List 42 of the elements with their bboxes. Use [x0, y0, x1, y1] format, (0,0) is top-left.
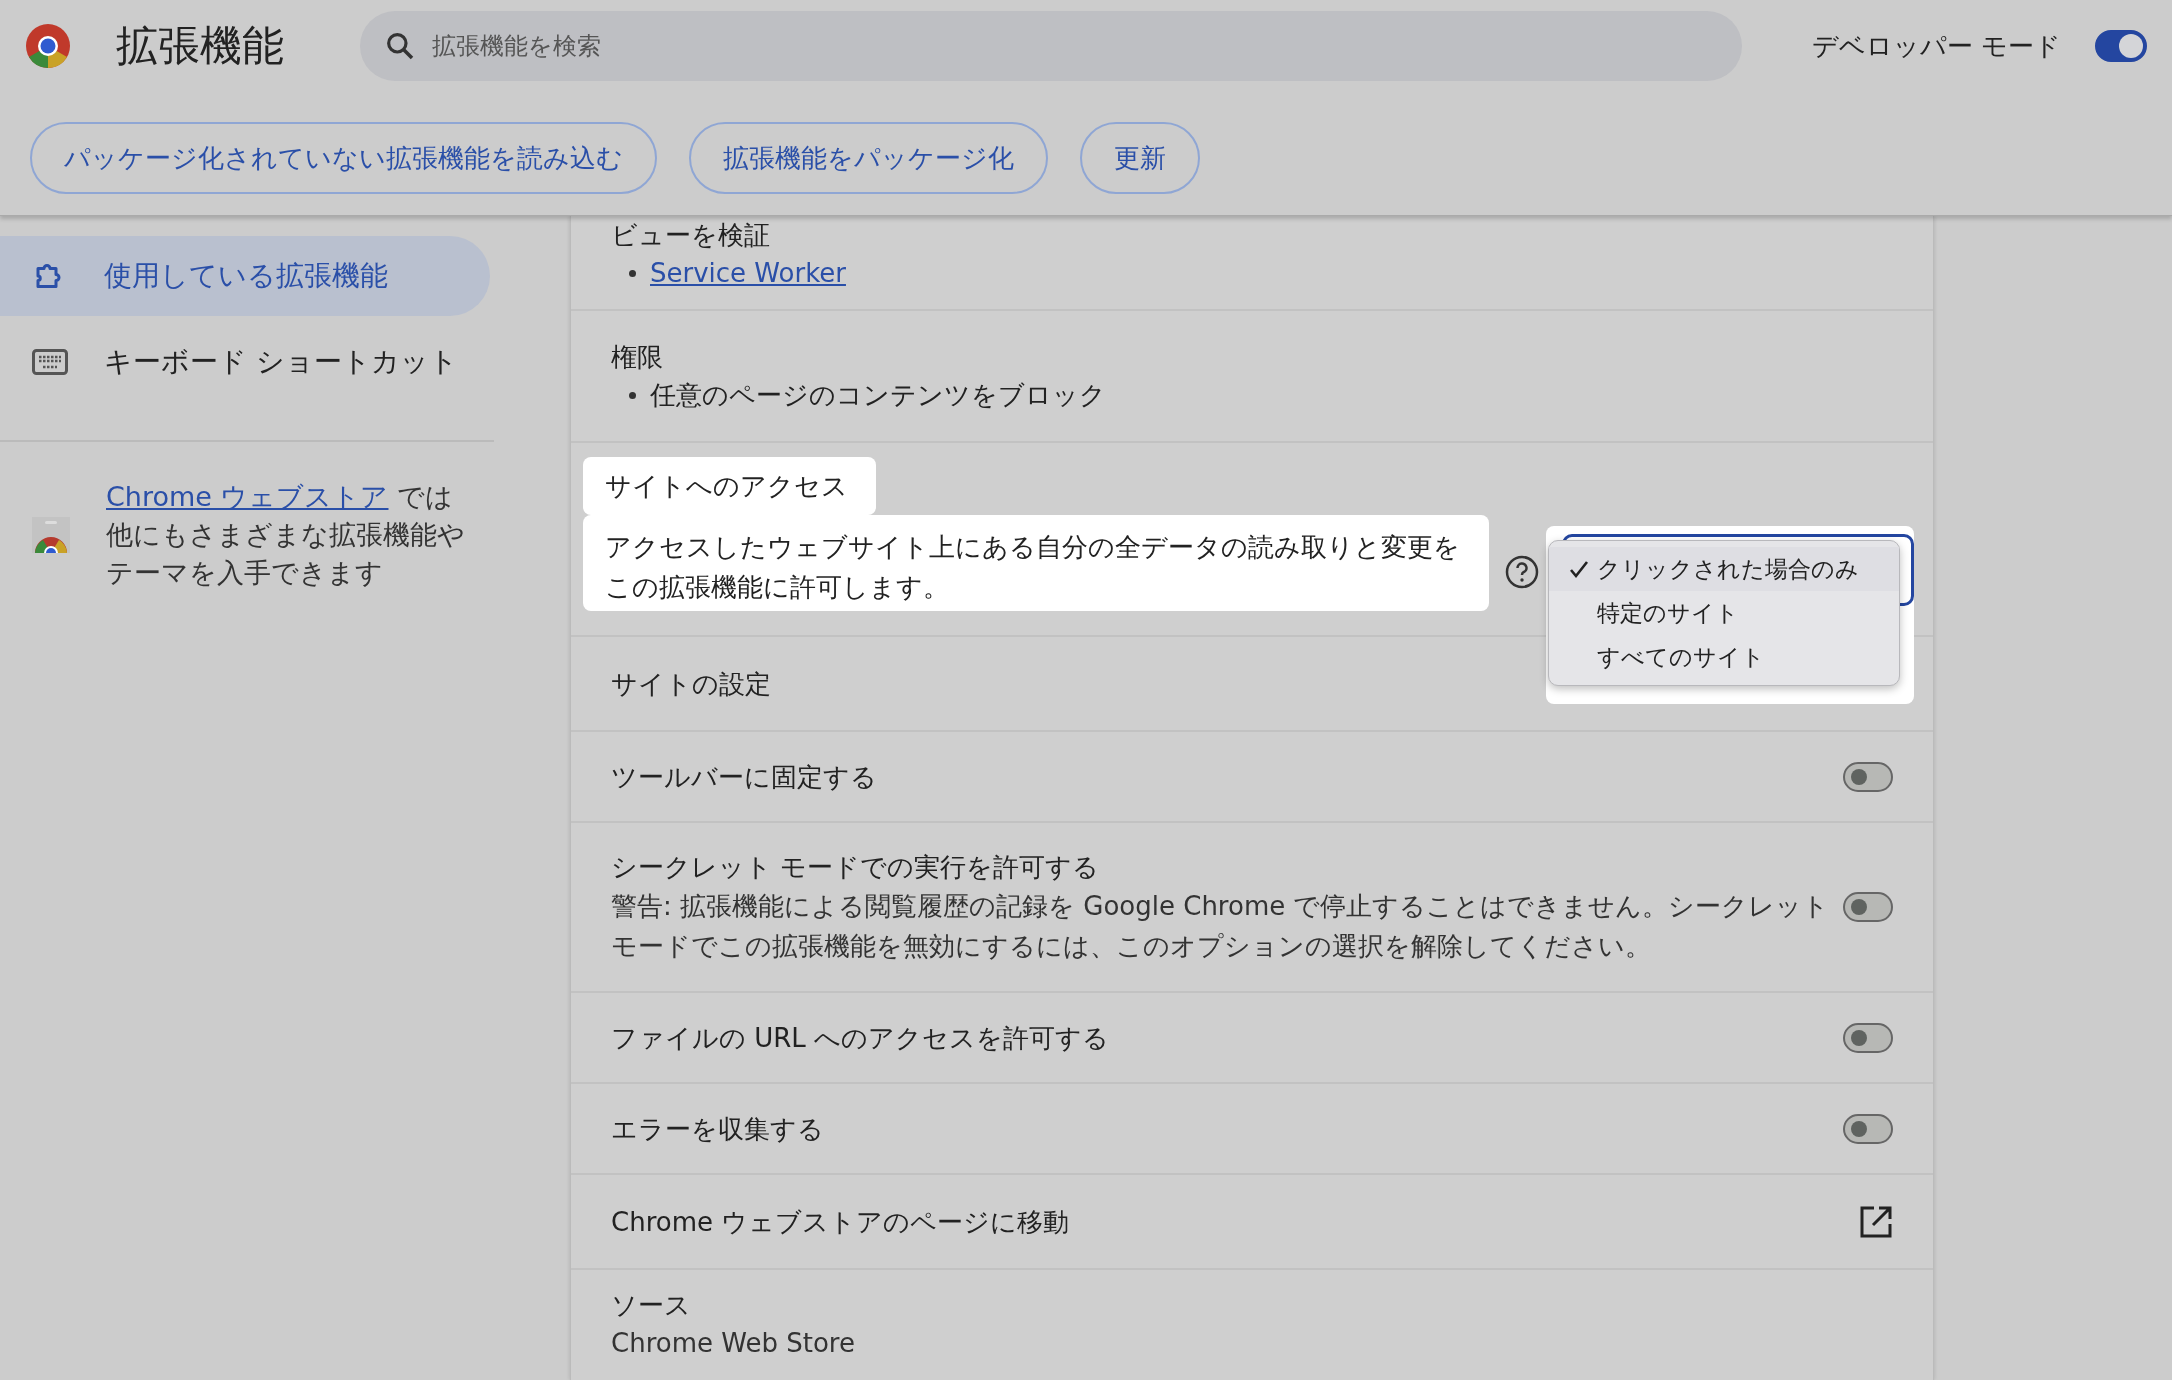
setting-toggle[interactable] — [1843, 1022, 1893, 1053]
bullet-dot — [629, 391, 636, 399]
web-store-icon — [32, 517, 70, 553]
help-icon[interactable] — [1505, 555, 1539, 589]
bullet-dot — [629, 269, 636, 277]
menu-option[interactable]: すべてのサイト — [1549, 635, 1899, 679]
developer-mode-toggle[interactable] — [2095, 30, 2148, 62]
source-label: ソース — [611, 1289, 692, 1322]
row-label: ファイルの URL へのアクセスを許可する — [611, 1021, 1110, 1055]
open-in-new-icon[interactable] — [1859, 1204, 1893, 1239]
source-value: Chrome Web Store — [611, 1327, 855, 1360]
toolbar-button[interactable]: 更新 — [1080, 122, 1200, 194]
sidebar-item[interactable]: 使用している拡張機能 — [0, 236, 490, 316]
keyboard-icon — [32, 349, 68, 375]
developer-mode-label: デベロッパー モード — [1812, 29, 2062, 63]
permissions-title: 権限 — [611, 341, 664, 374]
menu-option[interactable]: クリックされた場合のみ — [1549, 547, 1899, 591]
permission-item: 任意のページのコンテンツをブロック — [650, 379, 1106, 412]
setting-toggle[interactable] — [1843, 892, 1893, 922]
toolbar-button[interactable]: パッケージ化されていない拡張機能を読み込む — [30, 122, 657, 194]
setting-toggle[interactable] — [1843, 1113, 1893, 1144]
web-store-link[interactable]: Chrome ウェブストア — [106, 481, 389, 512]
inspect-views-label: ビューを検証 — [611, 219, 771, 252]
chrome-logo-icon — [24, 22, 72, 70]
setting-toggle[interactable] — [1843, 761, 1893, 792]
row-label: サイトの設定 — [611, 667, 771, 701]
menu-option[interactable]: 特定のサイト — [1549, 591, 1899, 635]
row-label: ツールバーに固定する — [611, 760, 877, 794]
search-field[interactable]: 拡張機能を検索 — [360, 11, 1742, 81]
warning-text: 警告: 拡張機能による閲覧履歴の記録を Google Chrome で停止することはできません。シークレットモードでこの拡張機能を無効にするには、このオプションの選択を解除してください。 — [611, 890, 1831, 963]
page-title: 拡張機能 — [116, 20, 285, 72]
search-icon — [384, 30, 416, 62]
sidebar-item[interactable]: キーボード ショートカット — [0, 322, 490, 402]
toolbar-button[interactable]: 拡張機能をパッケージ化 — [689, 122, 1048, 194]
service-worker-link[interactable]: Service Worker — [650, 254, 846, 292]
web-store-promo-text: Chrome ウェブストア では他にもさまざまな拡張機能やテーマを入手できます — [106, 480, 466, 590]
row-label[interactable]: Chrome ウェブストアのページに移動 — [611, 1202, 1070, 1241]
row-label: シークレット モードでの実行を許可する — [611, 851, 1101, 884]
site-access-description: アクセスしたウェブサイト上にある自分の全データの読み取りと変更をこの拡張機能に許可します。 — [583, 515, 1489, 611]
check-icon — [1569, 559, 1589, 579]
row-label: エラーを収集する — [611, 1112, 824, 1146]
site-access-title: サイトへのアクセス — [583, 457, 876, 515]
